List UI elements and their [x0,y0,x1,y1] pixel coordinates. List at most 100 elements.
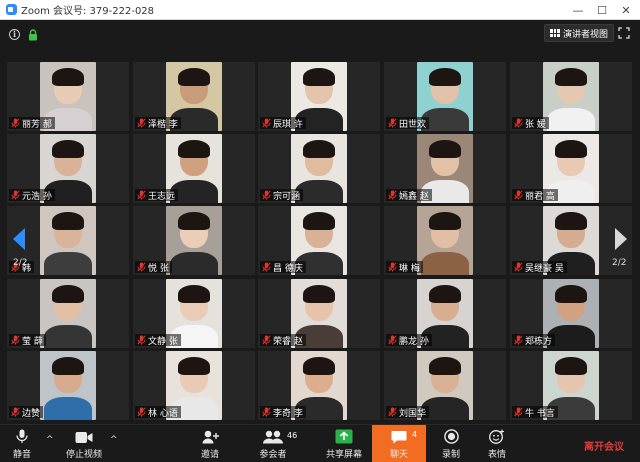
page-indicator-left: 2/2 [13,258,28,268]
encryption-lock-icon[interactable] [28,29,38,41]
muted-microphone-icon [262,190,271,200]
muted-microphone-icon [514,335,523,345]
participant-name: 王志远 [148,191,176,202]
participant-tile[interactable]: 张 媛 [510,62,632,131]
participant-tile[interactable]: 李奇 李 [258,351,380,420]
next-page-arrow-icon[interactable] [612,226,630,252]
participant-tile[interactable]: 丽芳 郝 [7,62,129,131]
participants-icon [263,430,283,444]
participant-tile[interactable]: 辰琪 许 [258,62,380,131]
muted-microphone-icon [11,407,20,417]
participant-tile[interactable]: 田世欢 [384,62,506,131]
muted-microphone-icon [137,335,146,345]
participants-count-badge: 46 [287,431,298,440]
maximize-button[interactable]: ☐ [590,0,614,20]
participant-tile[interactable]: 莹 薛 [7,279,129,348]
participant-tile[interactable]: 牛 书言 [510,351,632,420]
participant-tile[interactable]: 昌 德庆 [258,206,380,275]
participant-name: 李奇 李 [273,408,303,419]
participant-name: 莹 薛 [22,336,43,347]
minimize-button[interactable]: — [566,0,590,20]
participant-video [40,279,96,348]
close-window-button[interactable]: ✕ [614,0,638,20]
participant-name: 林 心语 [148,408,178,419]
participant-name-label: 吴继豪 吴 [512,261,567,274]
participant-name-label: 宗可涵 [260,189,304,202]
reactions-button[interactable]: 表情 [484,425,510,462]
mute-button[interactable]: 静音 [6,425,38,462]
participant-name-label: 林 心语 [135,406,181,419]
participant-name-label: 李奇 李 [260,406,306,419]
participant-name-label: 王志远 [135,189,179,202]
participants-label: 参会者 [259,450,287,460]
participant-name-label: 文静 张 [135,334,181,347]
reactions-label: 表情 [487,450,506,460]
muted-microphone-icon [262,407,271,417]
participant-tile[interactable]: 悦 张 [133,206,255,275]
participant-name: 鹏龙 孙 [399,336,429,347]
participant-video [40,351,96,420]
zoom-logo-icon [6,4,17,15]
participant-name-label: 丽芳 郝 [9,117,55,130]
participant-tile[interactable]: 郑栋方 [510,279,632,348]
participant-name: 元浩 孙 [22,191,52,202]
fullscreen-icon[interactable] [618,27,630,39]
share-screen-button[interactable]: 共享屏幕 [324,425,364,462]
record-button[interactable]: 录制 [438,425,464,462]
share-screen-icon [335,429,353,444]
muted-microphone-icon [514,190,523,200]
participant-tile[interactable]: 边赞 [7,351,129,420]
window-title: Zoom 会议号: 379-222-028 [21,6,155,17]
mute-label: 静音 [12,450,31,460]
microphone-icon [16,429,28,443]
muted-microphone-icon [514,407,523,417]
muted-microphone-icon [388,262,397,272]
participant-tile[interactable]: 文静 张 [133,279,255,348]
participant-tile[interactable]: 嫣鑫 赵 [384,134,506,203]
participant-name-label: 田世欢 [386,117,430,130]
participant-tile[interactable]: 琳 梅 [384,206,506,275]
invite-button[interactable]: 邀请 [196,425,224,462]
meeting-info-icon[interactable]: i [9,29,20,40]
participant-name: 荣睿 赵 [273,336,303,347]
chat-bubble-icon [391,431,407,444]
record-label: 录制 [441,450,460,460]
participant-name: 丽君 高 [525,191,555,202]
participants-button[interactable]: 参会者 [256,425,290,462]
speaker-view-label: 演讲者视图 [563,29,609,40]
participant-name-label: 嫣鑫 赵 [386,189,432,202]
participant-name-label: 辰琪 许 [260,117,306,130]
participant-tile[interactable]: 荣睿 赵 [258,279,380,348]
participant-name-label: 昌 德庆 [260,261,306,274]
participant-tile[interactable]: 泽楷 李 [133,62,255,131]
participant-name: 张 媛 [525,119,546,130]
muted-microphone-icon [388,407,397,417]
participant-name-label: 丽君 高 [512,189,558,202]
leave-meeting-button[interactable]: 离开会议 [584,438,624,453]
participant-tile[interactable]: 元浩 孙 [7,134,129,203]
chat-count-badge: 4 [412,430,418,439]
video-camera-icon [75,432,93,443]
participant-name: 吴继豪 吴 [525,263,564,274]
participant-tile[interactable]: 王志远 [133,134,255,203]
participant-name-label: 元浩 孙 [9,189,55,202]
previous-page-arrow-icon[interactable] [10,226,28,252]
participant-name: 辰琪 许 [273,119,303,130]
participant-tile[interactable]: 鹏龙 孙 [384,279,506,348]
participant-name-label: 泽楷 李 [135,117,181,130]
stop-video-button[interactable]: 停止视频 [64,425,104,462]
participant-name: 郑栋方 [525,336,553,347]
muted-microphone-icon [514,262,523,272]
muted-microphone-icon [137,407,146,417]
invite-label: 邀请 [200,450,219,460]
audio-options-caret[interactable]: ^ [46,435,54,445]
participant-name: 宗可涵 [273,191,301,202]
participant-tile[interactable]: 宗可涵 [258,134,380,203]
participant-tile[interactable]: 刘国华 [384,351,506,420]
participant-tile[interactable]: 丽君 高 [510,134,632,203]
chat-button[interactable]: 聊天 [372,425,426,462]
speaker-view-button[interactable]: 演讲者视图 [544,24,615,42]
video-options-caret[interactable]: ^ [110,435,118,445]
participant-tile[interactable]: 林 心语 [133,351,255,420]
participant-name: 悦 张 [148,263,169,274]
